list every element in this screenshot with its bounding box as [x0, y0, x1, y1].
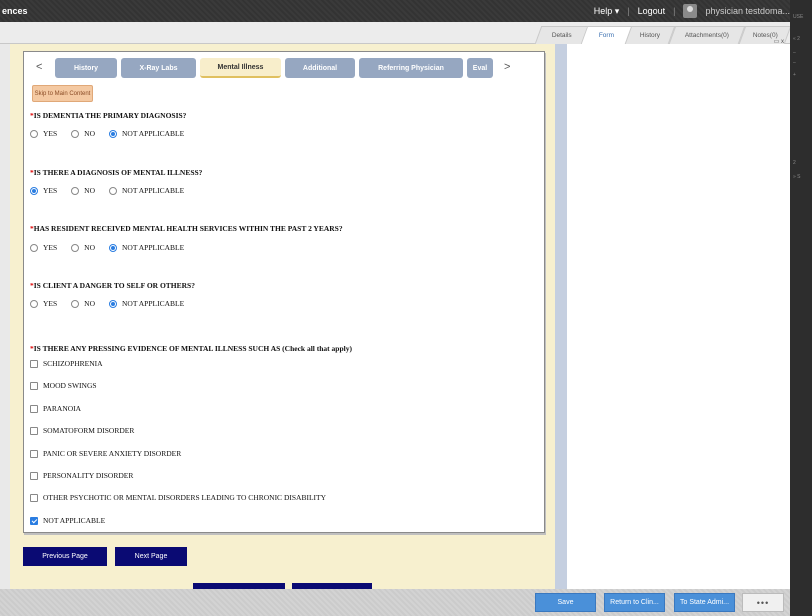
checkbox[interactable]: [30, 493, 38, 502]
return-to-clinician-button[interactable]: Return to Clin...: [604, 593, 665, 612]
bottom-action-bar: Save Return to Clin... To State Admi... …: [0, 589, 790, 616]
form-panel: < History X-Ray Labs Mental Illness Addi…: [23, 51, 545, 533]
checkbox-schizophrenia[interactable]: SCHIZOPHRENIA: [30, 359, 103, 368]
radio-option-not-applicable[interactable]: NOT APPLICABLE: [109, 129, 184, 138]
tab-history[interactable]: History: [624, 26, 676, 44]
chevron-right-icon[interactable]: >: [504, 61, 510, 73]
checkbox-somatoform[interactable]: SOMATOFORM DISORDER: [30, 426, 134, 435]
checkbox[interactable]: [30, 359, 38, 368]
radio-option-no[interactable]: NO: [71, 129, 95, 138]
checkbox-checked[interactable]: [30, 516, 38, 525]
radio-button[interactable]: [71, 186, 80, 195]
separator: |: [673, 6, 676, 16]
next-page-button[interactable]: Next Page: [115, 547, 187, 566]
checkbox[interactable]: [30, 381, 38, 390]
side-panel-link[interactable]: » S: [793, 174, 801, 180]
radio-button[interactable]: [30, 299, 38, 308]
radio-option-no[interactable]: NO: [71, 186, 95, 195]
radio-button[interactable]: [71, 129, 80, 138]
form-tab-mental-illness[interactable]: Mental Illness: [200, 58, 281, 78]
radio-option-no[interactable]: NO: [71, 299, 95, 308]
question-dementia-options: YES NO NOT APPLICABLE: [30, 129, 198, 138]
radio-button[interactable]: [71, 299, 80, 308]
pane-divider[interactable]: [555, 44, 567, 589]
radio-button-selected[interactable]: [109, 243, 118, 252]
checkbox[interactable]: [30, 449, 38, 458]
checkbox-mood-swings[interactable]: MOOD SWINGS: [30, 381, 97, 390]
radio-button-selected[interactable]: [109, 129, 118, 138]
side-panel-strip: USE « 2 – – + 2 » S: [790, 0, 812, 616]
checkbox[interactable]: [30, 471, 38, 480]
form-section-tabs: < History X-Ray Labs Mental Illness Addi…: [24, 58, 544, 78]
checkbox-other-psychotic[interactable]: OTHER PSYCHOTIC OR MENTAL DISORDERS LEAD…: [30, 493, 326, 502]
left-gutter: [0, 44, 10, 589]
save-button[interactable]: Save: [535, 593, 596, 612]
question-danger-to-self-options: YES NO NOT APPLICABLE: [30, 299, 198, 308]
radio-option-yes[interactable]: YES: [30, 186, 57, 195]
right-pane: [567, 44, 790, 589]
side-panel-marker: –: [793, 50, 796, 56]
top-bar-actions: Help ▾ | Logout | physician testdoma...: [594, 0, 790, 22]
checkbox-paranoia[interactable]: PARANOIA: [30, 404, 81, 413]
radio-button[interactable]: [71, 243, 80, 252]
form-tab-history[interactable]: History: [55, 58, 117, 78]
checkbox[interactable]: [30, 404, 38, 413]
form-tab-xray-labs[interactable]: X-Ray Labs: [121, 58, 196, 78]
radio-button-selected[interactable]: [30, 186, 38, 195]
side-panel-count: 2: [793, 160, 796, 166]
checkbox[interactable]: [30, 426, 38, 435]
question-dementia: *IS DEMENTIA THE PRIMARY DIAGNOSIS?: [30, 111, 187, 120]
radio-option-yes[interactable]: YES: [30, 299, 57, 308]
radio-button[interactable]: [109, 186, 118, 195]
form-tab-additional[interactable]: Additional: [285, 58, 355, 78]
radio-option-not-applicable[interactable]: NOT APPLICABLE: [109, 243, 184, 252]
radio-option-not-applicable[interactable]: NOT APPLICABLE: [109, 186, 184, 195]
checkbox-panic-anxiety[interactable]: PANIC OR SEVERE ANXIETY DISORDER: [30, 449, 181, 458]
more-actions-button[interactable]: •••: [742, 593, 784, 612]
question-mental-illness-diagnosis: *IS THERE A DIAGNOSIS OF MENTAL ILLNESS?: [30, 168, 203, 177]
radio-button[interactable]: [30, 243, 38, 252]
tab-attachments[interactable]: Attachments(0): [668, 26, 746, 44]
user-name[interactable]: physician testdoma...: [705, 6, 790, 16]
skip-to-main-button[interactable]: Skip to Main Content: [32, 85, 93, 102]
form-tab-referring-physician[interactable]: Referring Physician: [359, 58, 463, 78]
radio-option-yes[interactable]: YES: [30, 129, 57, 138]
checkbox-personality-disorder[interactable]: PERSONALITY DISORDER: [30, 471, 133, 480]
side-panel-marker: +: [793, 72, 796, 78]
to-state-admin-button[interactable]: To State Admi...: [674, 593, 735, 612]
side-panel-expand[interactable]: « 2: [793, 36, 800, 42]
chevron-left-icon[interactable]: <: [36, 61, 42, 73]
radio-button-selected[interactable]: [109, 299, 118, 308]
question-pressing-evidence: *IS THERE ANY PRESSING EVIDENCE OF MENTA…: [30, 344, 352, 353]
record-tabs: Details Form History Attachments(0) Note…: [0, 22, 792, 45]
question-mental-health-services: *HAS RESIDENT RECEIVED MENTAL HEALTH SER…: [30, 224, 343, 233]
side-panel-label: USE: [793, 14, 804, 20]
top-bar: ences Help ▾ | Logout | physician testdo…: [0, 0, 812, 22]
question-mental-health-services-options: YES NO NOT APPLICABLE: [30, 243, 198, 252]
radio-option-not-applicable[interactable]: NOT APPLICABLE: [109, 299, 184, 308]
separator: |: [627, 6, 630, 16]
app-title: ences: [2, 6, 28, 16]
question-mental-illness-options: YES NO NOT APPLICABLE: [30, 186, 198, 195]
radio-button[interactable]: [30, 129, 38, 138]
side-panel-marker: –: [793, 60, 796, 66]
previous-page-button[interactable]: Previous Page: [23, 547, 107, 566]
question-danger-to-self: *IS CLIENT A DANGER TO SELF OR OTHERS?: [30, 281, 195, 290]
form-tab-eval[interactable]: Eval: [467, 58, 493, 78]
logout-link[interactable]: Logout: [638, 6, 666, 16]
help-menu[interactable]: Help ▾: [594, 6, 620, 17]
radio-option-no[interactable]: NO: [71, 243, 95, 252]
radio-option-yes[interactable]: YES: [30, 243, 57, 252]
user-avatar-icon: [683, 4, 698, 18]
checkbox-not-applicable[interactable]: NOT APPLICABLE: [30, 516, 105, 525]
